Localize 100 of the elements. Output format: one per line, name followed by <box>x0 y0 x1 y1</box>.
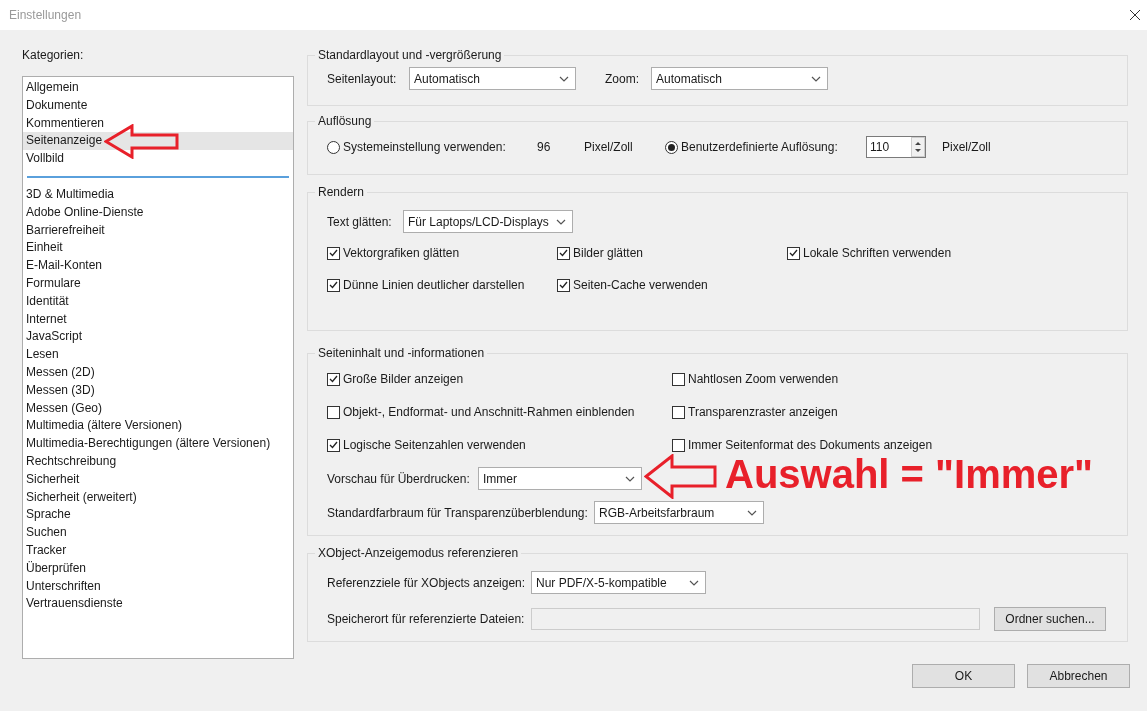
arrow-icon <box>644 454 718 499</box>
field-label: Vorschau für Überdrucken: <box>327 470 471 488</box>
group-title: Seiteninhalt und -informationen <box>317 345 486 362</box>
category-item[interactable]: 3D & Multimedia <box>23 186 293 204</box>
category-item[interactable]: Multimedia-Berechtigungen (ältere Versionen) <box>23 435 293 453</box>
dialog-button[interactable]: OK <box>912 664 1015 688</box>
chevron-down-icon <box>559 75 569 82</box>
radio-button[interactable] <box>665 140 678 154</box>
categories-label: Kategorien: <box>22 47 85 64</box>
category-item[interactable]: Unterschriften <box>23 577 293 596</box>
window-title: Einstellungen <box>9 7 82 24</box>
radio-label: Benutzerdefinierte Auflösung: <box>681 139 839 156</box>
category-item[interactable]: Internet <box>23 310 293 329</box>
field-label: Standardfarbraum für Transparenzüberblendung: <box>327 504 589 522</box>
unit-label: Pixel/Zoll <box>584 139 633 156</box>
group-title: XObject-Anzeigemodus referenzieren <box>317 545 520 562</box>
radio-label: Systemeinstellung verwenden: <box>343 139 507 156</box>
category-item[interactable]: E-Mail-Konten <box>23 257 293 275</box>
checkbox[interactable] <box>327 372 340 386</box>
category-item[interactable]: Einheit <box>23 239 293 258</box>
field-label: Referenzziele für XObjects anzeigen: <box>327 574 527 592</box>
checkmark-icon <box>329 441 338 449</box>
category-item[interactable]: Suchen <box>23 524 293 542</box>
spin-field[interactable]: 110 <box>866 136 926 158</box>
category-item[interactable]: Lesen <box>23 346 293 364</box>
checkbox[interactable] <box>327 278 340 292</box>
category-item[interactable]: Multimedia (ältere Versionen) <box>23 417 293 436</box>
checkbox[interactable] <box>327 438 340 452</box>
annotation-text: Auswahl = "Immer" <box>725 452 1094 498</box>
category-item[interactable]: Sicherheit (erweitert) <box>23 488 293 507</box>
checkbox[interactable] <box>787 246 800 260</box>
category-item[interactable]: Vertrauensdienste <box>23 595 293 614</box>
checkbox-label: Große Bilder anzeigen <box>343 371 464 388</box>
category-item[interactable]: Überprüfen <box>23 559 293 578</box>
checkbox[interactable] <box>672 438 685 452</box>
resolution-value: 96 <box>537 139 552 156</box>
checkbox-label: Nahtlosen Zoom verwenden <box>688 371 839 388</box>
checkbox[interactable] <box>327 246 340 260</box>
category-item[interactable]: Seitenanzeige <box>23 132 293 151</box>
arrow-icon <box>104 124 179 159</box>
category-item[interactable]: Messen (2D) <box>23 363 293 382</box>
category-item[interactable]: Sprache <box>23 506 293 525</box>
checkbox-label: Immer Seitenformat des Dokuments anzeigen <box>688 437 933 454</box>
dropdown[interactable]: Immer <box>478 467 642 490</box>
dropdown[interactable]: RGB-Arbeitsfarbraum <box>594 501 764 524</box>
category-item[interactable]: Kommentieren <box>23 114 293 133</box>
checkmark-icon <box>559 281 568 289</box>
category-item[interactable]: Identität <box>23 292 293 311</box>
group-title: Auflösung <box>317 113 373 130</box>
dropdown[interactable]: Automatisch <box>409 67 576 90</box>
checkbox[interactable] <box>327 405 340 419</box>
checkbox-label: Dünne Linien deutlicher darstellen <box>343 277 525 294</box>
checkbox[interactable] <box>557 246 570 260</box>
category-item[interactable]: Barrierefreiheit <box>23 221 293 240</box>
chevron-down-icon <box>625 475 635 482</box>
dropdown[interactable]: Nur PDF/X-5-kompatible <box>531 571 706 594</box>
group-title: Rendern <box>317 184 366 201</box>
checkmark-icon <box>329 375 338 383</box>
category-item[interactable]: Tracker <box>23 541 293 560</box>
group-title: Standardlayout und -vergrößerung <box>317 47 503 64</box>
spin-arrows-icon[interactable] <box>911 137 925 157</box>
chevron-down-icon <box>747 509 757 516</box>
chevron-down-icon <box>556 218 566 225</box>
chevron-down-icon <box>811 75 821 82</box>
unit-label: Pixel/Zoll <box>942 139 991 156</box>
close-icon[interactable] <box>1130 10 1140 20</box>
category-item[interactable]: Allgemein <box>23 79 293 97</box>
field-label: Speicherort für referenzierte Dateien: <box>327 611 526 628</box>
category-item[interactable]: Sicherheit <box>23 470 293 489</box>
checkbox[interactable] <box>557 278 570 292</box>
checkbox-label: Seiten-Cache verwenden <box>573 277 708 294</box>
checkbox-label: Lokale Schriften verwenden <box>803 245 952 262</box>
field-label: Seitenlayout: <box>327 70 398 88</box>
category-item[interactable]: Adobe Online-Dienste <box>23 203 293 222</box>
dropdown[interactable]: Für Laptops/LCD-Displays <box>403 210 573 233</box>
category-item[interactable]: Messen (3D) <box>23 381 293 400</box>
category-item[interactable]: Rechtschreibung <box>23 452 293 471</box>
checkbox-label: Bilder glätten <box>573 245 644 262</box>
dropdown[interactable]: Automatisch <box>651 67 828 90</box>
checkbox-label: Vektorgrafiken glätten <box>343 245 460 262</box>
dialog-button[interactable]: Abbrechen <box>1027 664 1130 688</box>
browse-button[interactable]: Ordner suchen... <box>994 607 1106 631</box>
checkbox-label: Logische Seitenzahlen verwenden <box>343 437 526 454</box>
checkbox-label: Transparenzraster anzeigen <box>688 404 838 421</box>
category-item[interactable]: Formulare <box>23 274 293 293</box>
category-item[interactable]: Dokumente <box>23 96 293 115</box>
checkmark-icon <box>559 249 568 257</box>
checkbox[interactable] <box>672 372 685 386</box>
path-field[interactable] <box>531 608 980 630</box>
checkmark-icon <box>789 249 798 257</box>
checkmark-icon <box>329 249 338 257</box>
field-label: Text glätten: <box>327 213 393 231</box>
chevron-down-icon <box>689 579 699 586</box>
field-label: Zoom: <box>605 70 640 88</box>
category-item[interactable]: Messen (Geo) <box>23 399 293 418</box>
checkbox-label: Objekt-, Endformat- und Anschnitt-Rahmen einblenden <box>343 404 635 421</box>
radio-button[interactable] <box>327 140 340 154</box>
category-item[interactable]: Vollbild <box>23 150 293 168</box>
category-item[interactable]: JavaScript <box>23 328 293 347</box>
checkbox[interactable] <box>672 405 685 419</box>
